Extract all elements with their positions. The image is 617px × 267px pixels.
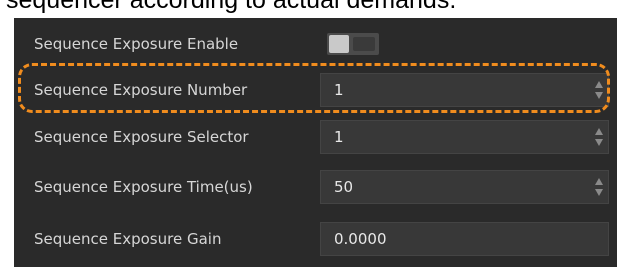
spinner [594, 127, 604, 147]
sequence-exposure-number-value: 1 [334, 81, 344, 99]
sequence-exposure-gain-value: 0.0000 [334, 230, 387, 248]
chevron-down-icon[interactable] [594, 188, 604, 197]
sequence-exposure-gain-input[interactable]: 0.0000 [320, 222, 609, 256]
chevron-down-icon[interactable] [594, 138, 604, 147]
sequence-exposure-number-input[interactable]: 1 [320, 73, 609, 107]
row-sequence-exposure-number: Sequence Exposure Number 1 [14, 68, 617, 112]
row-sequence-exposure-gain: Sequence Exposure Gain 0.0000 [14, 217, 617, 261]
sequence-exposure-time-value: 50 [334, 178, 354, 196]
toggle-track [353, 37, 375, 51]
sequence-exposure-selector-input[interactable]: 1 [320, 120, 609, 154]
sequence-exposure-number-label: Sequence Exposure Number [34, 81, 248, 99]
sequence-exposure-enable-toggle[interactable] [327, 33, 379, 55]
sequence-exposure-time-label: Sequence Exposure Time(us) [34, 178, 253, 196]
sequence-exposure-enable-label: Sequence Exposure Enable [34, 35, 239, 53]
chevron-down-icon[interactable] [594, 91, 604, 100]
sequence-exposure-panel: Sequence Exposure Enable Sequence Exposu… [14, 18, 617, 267]
chevron-up-icon[interactable] [594, 127, 604, 136]
row-sequence-exposure-time: Sequence Exposure Time(us) 50 [14, 165, 617, 209]
chevron-up-icon[interactable] [594, 80, 604, 89]
sequence-exposure-selector-value: 1 [334, 128, 344, 146]
screenshot-page: sequencer according to actual demands. S… [0, 0, 617, 267]
chevron-up-icon[interactable] [594, 177, 604, 186]
sequence-exposure-selector-label: Sequence Exposure Selector [34, 128, 249, 146]
toggle-knob [329, 35, 349, 53]
document-caption: sequencer according to actual demands. [6, 0, 457, 14]
sequence-exposure-time-input[interactable]: 50 [320, 170, 609, 204]
spinner [594, 80, 604, 100]
row-sequence-exposure-enable: Sequence Exposure Enable [14, 22, 617, 66]
row-sequence-exposure-selector: Sequence Exposure Selector 1 [14, 115, 617, 159]
spinner [594, 177, 604, 197]
sequence-exposure-gain-label: Sequence Exposure Gain [34, 230, 222, 248]
